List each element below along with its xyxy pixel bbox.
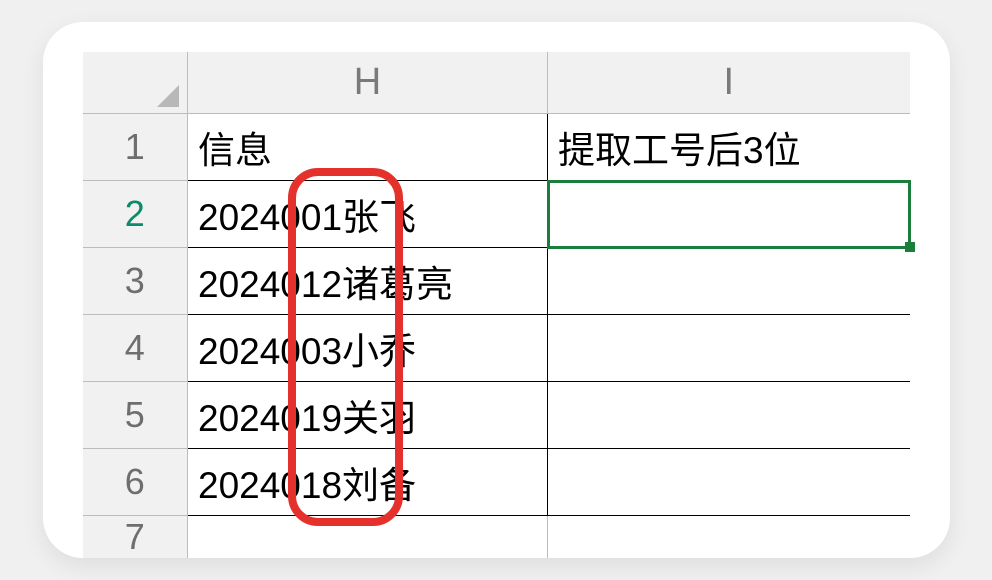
column-header-I[interactable]: I	[548, 52, 910, 114]
row-header-3[interactable]: 3	[83, 248, 188, 315]
row-header-7[interactable]: 7	[83, 516, 188, 559]
code: 2024001	[198, 197, 342, 238]
name: 刘备	[342, 465, 416, 506]
name: 诸葛亮	[342, 264, 453, 305]
name: 张飞	[342, 197, 416, 238]
code: 2024019	[198, 398, 342, 439]
cell-I5[interactable]	[548, 382, 910, 449]
cell-H4[interactable]: 2024003小乔	[188, 315, 548, 382]
cell-I4[interactable]	[548, 315, 910, 382]
cell-I6[interactable]	[548, 449, 910, 516]
cell-I7[interactable]	[548, 516, 910, 559]
row-header-4[interactable]: 4	[83, 315, 188, 382]
code: 2024018	[198, 465, 342, 506]
cell-I3[interactable]	[548, 248, 910, 315]
column-header-H[interactable]: H	[188, 52, 548, 114]
code: 2024012	[198, 264, 342, 305]
cell-H1[interactable]: 信息	[188, 114, 548, 181]
select-all-corner[interactable]	[83, 52, 188, 114]
cell-H7[interactable]	[188, 516, 548, 559]
row-header-6[interactable]: 6	[83, 449, 188, 516]
cell-H5[interactable]: 2024019关羽	[188, 382, 548, 449]
spreadsheet-card: H I 1 信息 提取工号后3位 2 2024001张飞 3 2024012诸葛…	[43, 22, 950, 559]
spreadsheet: H I 1 信息 提取工号后3位 2 2024001张飞 3 2024012诸葛…	[83, 52, 910, 559]
code: 2024003	[198, 331, 342, 372]
row-header-2[interactable]: 2	[83, 181, 188, 248]
fill-handle[interactable]	[905, 242, 915, 252]
corner-triangle-icon	[157, 85, 179, 107]
row-header-1[interactable]: 1	[83, 114, 188, 181]
row-header-5[interactable]: 5	[83, 382, 188, 449]
cell-H3[interactable]: 2024012诸葛亮	[188, 248, 548, 315]
name: 小乔	[342, 331, 416, 372]
cell-I1[interactable]: 提取工号后3位	[548, 114, 910, 181]
cell-I2[interactable]	[548, 181, 910, 248]
name: 关羽	[342, 398, 416, 439]
cell-H2[interactable]: 2024001张飞	[188, 181, 548, 248]
cell-H6[interactable]: 2024018刘备	[188, 449, 548, 516]
